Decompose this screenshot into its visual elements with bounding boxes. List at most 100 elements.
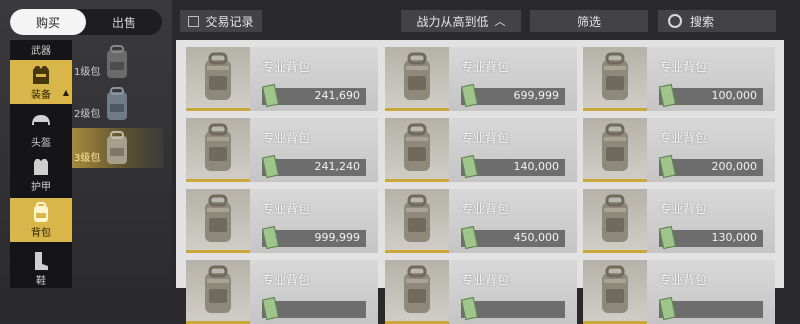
- level-label: 1级包: [74, 67, 101, 78]
- item-price: 130,000: [711, 231, 758, 244]
- item-name: 专业背包: [262, 202, 311, 216]
- price-bar: 241,690: [261, 83, 366, 108]
- backpack-thumbnail: [102, 44, 132, 86]
- cash-icon: [658, 83, 677, 108]
- armor-icon: [27, 156, 55, 178]
- item-price: 100,000: [711, 89, 758, 102]
- category-weapon[interactable]: 武器: [10, 40, 72, 58]
- category-label: 头盔: [31, 138, 51, 149]
- item-card[interactable]: 专业背包 699,999: [385, 47, 577, 111]
- item-name: 专业背包: [659, 273, 708, 287]
- item-price: 699,999: [513, 89, 560, 102]
- price-bar: [658, 296, 763, 321]
- cash-icon: [460, 154, 479, 179]
- item-card[interactable]: 专业背包: [385, 260, 577, 324]
- item-card[interactable]: 专业背包 241,690: [186, 47, 378, 111]
- sort-dropdown[interactable]: 战力从高到低 ︿: [401, 10, 521, 32]
- item-name: 专业背包: [659, 131, 708, 145]
- item-card[interactable]: 专业背包 200,000: [583, 118, 775, 182]
- item-price: 450,000: [513, 231, 560, 244]
- backpack-thumbnail: [102, 130, 132, 172]
- item-card[interactable]: 专业背包 450,000: [385, 189, 577, 253]
- category-boots[interactable]: 鞋: [10, 246, 72, 288]
- price-bar: 999,999: [261, 225, 366, 250]
- level-list: 1级包 2级包 3级包: [72, 40, 164, 288]
- cash-icon: [261, 225, 280, 250]
- item-name: 专业背包: [262, 273, 311, 287]
- item-card[interactable]: 专业背包 100,000: [583, 47, 775, 111]
- backpack-image: [385, 47, 449, 111]
- cash-icon: [460, 225, 479, 250]
- level-item-2[interactable]: 2级包: [72, 84, 164, 124]
- expand-caret-icon: ▲: [62, 88, 69, 97]
- level-item-1[interactable]: 1级包: [72, 42, 164, 82]
- category-label: 鞋: [36, 276, 46, 287]
- left-panel: 购买 出售 武器 装备 ▲ 头盔 护甲 背包 鞋 1级包 2级包 3级包: [0, 0, 172, 288]
- backpack-thumbnail: [102, 86, 132, 128]
- item-price: 999,999: [314, 231, 361, 244]
- backpack-image: [186, 118, 250, 182]
- backpack-image: [385, 189, 449, 253]
- item-card[interactable]: 专业背包 130,000: [583, 189, 775, 253]
- chevron-up-icon: ︿: [494, 15, 506, 28]
- level-item-3[interactable]: 3级包: [72, 128, 164, 168]
- item-card[interactable]: 专业背包 999,999: [186, 189, 378, 253]
- price-bar: 699,999: [460, 83, 565, 108]
- search-icon: [668, 14, 682, 28]
- backpack-image: [583, 260, 647, 324]
- tab-sell[interactable]: 出售: [86, 9, 162, 35]
- search-button[interactable]: 搜索: [658, 10, 776, 32]
- cash-icon: [658, 225, 677, 250]
- category-list: 武器 装备 ▲ 头盔 护甲 背包 鞋: [10, 40, 72, 288]
- helmet-icon: [27, 112, 55, 134]
- item-card[interactable]: 专业背包: [583, 260, 775, 324]
- item-name: 专业背包: [262, 60, 311, 74]
- item-name: 专业背包: [262, 131, 311, 145]
- boots-icon: [27, 250, 55, 272]
- item-name: 专业背包: [461, 60, 510, 74]
- trade-history-label: 交易记录: [205, 14, 254, 29]
- level-label: 3级包: [74, 153, 101, 164]
- backpack-image: [583, 189, 647, 253]
- backpack-icon: [27, 202, 55, 224]
- item-price: 241,690: [314, 89, 361, 102]
- item-name: 专业背包: [461, 131, 510, 145]
- tab-buy[interactable]: 购买: [10, 9, 86, 35]
- item-name: 专业背包: [659, 60, 708, 74]
- category-equipment[interactable]: 装备 ▲: [10, 60, 72, 104]
- trade-history-button[interactable]: 交易记录: [180, 10, 262, 32]
- toolbar: 交易记录 战力从高到低 ︿ 筛选 搜索: [172, 0, 800, 40]
- history-checkbox-icon: [188, 15, 200, 27]
- category-label: 武器: [31, 45, 51, 57]
- cash-icon: [460, 296, 479, 321]
- cash-icon: [658, 154, 677, 179]
- filter-button[interactable]: 筛选: [530, 10, 648, 32]
- cash-icon: [460, 83, 479, 108]
- item-name: 专业背包: [461, 202, 510, 216]
- item-card[interactable]: 专业背包 140,000: [385, 118, 577, 182]
- backpack-image: [385, 118, 449, 182]
- backpack-image: [186, 47, 250, 111]
- category-label: 背包: [31, 228, 51, 239]
- item-price: 200,000: [711, 160, 758, 173]
- item-card[interactable]: 专业背包 241,240: [186, 118, 378, 182]
- backpack-image: [583, 118, 647, 182]
- price-bar: 200,000: [658, 154, 763, 179]
- item-name: 专业背包: [461, 273, 510, 287]
- cash-icon: [261, 296, 280, 321]
- price-bar: 140,000: [460, 154, 565, 179]
- price-bar: 130,000: [658, 225, 763, 250]
- category-helmet[interactable]: 头盔: [10, 108, 72, 152]
- price-bar: [460, 296, 565, 321]
- item-price: 241,240: [314, 160, 361, 173]
- item-card[interactable]: 专业背包: [186, 260, 378, 324]
- category-armor[interactable]: 护甲: [10, 152, 72, 196]
- price-bar: 100,000: [658, 83, 763, 108]
- price-bar: 450,000: [460, 225, 565, 250]
- item-name: 专业背包: [659, 202, 708, 216]
- level-label: 2级包: [74, 109, 101, 120]
- scroll-gutter: [784, 40, 800, 288]
- item-price: 140,000: [513, 160, 560, 173]
- category-label: 护甲: [31, 182, 51, 193]
- category-backpack[interactable]: 背包: [10, 198, 72, 242]
